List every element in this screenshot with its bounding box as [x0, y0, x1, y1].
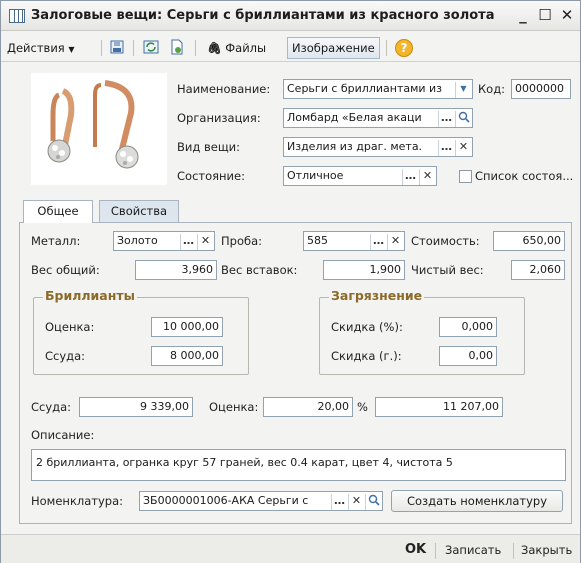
nomenclature-field-value: ЗБ0000001006-АКА Серьги с: [143, 494, 309, 507]
document-icon[interactable]: [169, 39, 185, 55]
toolbar: Действия ▼ 🖇 Файлы Изображение ?: [1, 34, 580, 62]
nomenclature-field[interactable]: ЗБ0000001006-АКА Серьги с … ✕: [139, 491, 383, 511]
item-photo[interactable]: [31, 73, 167, 185]
pct-sign: %: [357, 400, 368, 414]
close-button[interactable]: Закрыть: [521, 540, 572, 560]
total-loan-label: Ссуда:: [31, 400, 72, 414]
toolbar-separator: [195, 40, 196, 56]
diamonds-group-title: Бриллианты: [43, 288, 137, 303]
nomenclature-label: Номенклатура:: [31, 494, 124, 508]
pollution-group-title: Загрязнение: [329, 288, 425, 303]
discount-pct-label: Скидка (%):: [331, 320, 403, 334]
kind-label: Вид вещи:: [177, 140, 241, 154]
table-icon: [9, 9, 25, 23]
name-field[interactable]: Серьги с бриллиантами из ▼: [283, 79, 473, 99]
state-list-checkbox[interactable]: [459, 170, 472, 183]
metal-field-value: Золото: [117, 234, 158, 247]
org-field-value: Ломбард «Белая акаци: [287, 111, 422, 124]
kind-field[interactable]: Изделия из драг. мета. … ✕: [283, 137, 473, 157]
weight-net-field[interactable]: 2,060: [511, 260, 565, 280]
total-estimate-label: Оценка:: [209, 400, 259, 414]
state-list-label: Список состоя...: [475, 169, 574, 183]
clear-x-icon[interactable]: ✕: [455, 140, 471, 156]
name-label: Наименование:: [177, 82, 271, 96]
name-field-value: Серьги с бриллиантами из: [287, 82, 443, 95]
org-label: Организация:: [177, 111, 261, 125]
select-ellipsis-icon[interactable]: …: [438, 140, 454, 156]
select-ellipsis-icon[interactable]: …: [180, 234, 196, 250]
toolbar-separator: [386, 40, 387, 56]
tab-properties[interactable]: Свойства: [99, 200, 179, 222]
kind-field-value: Изделия из драг. мета.: [287, 140, 423, 153]
maximize-button[interactable]: ☐: [535, 5, 555, 25]
weight-total-label: Вес общий:: [31, 263, 100, 277]
toolbar-separator: [133, 40, 134, 56]
footer-separator: [435, 543, 436, 559]
total-estimate-field[interactable]: 11 207,00: [375, 397, 503, 417]
dialog-footer: OK Записать Закрыть: [1, 534, 580, 563]
state-field[interactable]: Отличное … ✕: [283, 166, 437, 186]
search-icon[interactable]: [365, 494, 381, 510]
cost-field[interactable]: 650,00: [493, 231, 565, 251]
files-button-label: Файлы: [225, 41, 267, 55]
org-field[interactable]: Ломбард «Белая акаци …: [283, 108, 473, 128]
search-icon[interactable]: [455, 111, 471, 127]
weight-inserts-field[interactable]: 1,900: [323, 260, 405, 280]
actions-menu-label: Действия: [7, 41, 65, 55]
description-field[interactable]: 2 бриллианта, огранка круг 57 граней, ве…: [31, 449, 566, 481]
select-ellipsis-icon[interactable]: …: [370, 234, 386, 250]
probe-field-value: 585: [307, 234, 328, 247]
metal-label: Металл:: [31, 234, 81, 248]
refresh-icon[interactable]: [143, 39, 159, 55]
estimate-pct-field[interactable]: 20,00: [263, 397, 353, 417]
metal-field[interactable]: Золото … ✕: [113, 231, 215, 251]
diamonds-estimate-label: Оценка:: [45, 320, 95, 334]
select-ellipsis-icon[interactable]: …: [331, 494, 347, 510]
tab-general[interactable]: Общее: [23, 200, 93, 223]
title-bar[interactable]: Залоговые вещи: Серьги с бриллиантами из…: [1, 1, 580, 31]
code-label: Код:: [478, 82, 506, 96]
minimize-button[interactable]: _: [513, 5, 533, 25]
save-move-icon[interactable]: [109, 39, 125, 55]
ok-button[interactable]: OK: [405, 540, 426, 560]
total-loan-field[interactable]: 9 339,00: [79, 397, 193, 417]
diamonds-loan-field[interactable]: 8 000,00: [151, 346, 223, 366]
image-button[interactable]: Изображение: [287, 37, 380, 59]
window-title: Залоговые вещи: Серьги с бриллиантами из…: [31, 8, 495, 23]
description-label: Описание:: [31, 428, 95, 442]
chevron-down-icon[interactable]: ▼: [455, 82, 471, 98]
files-button[interactable]: 🖇 Файлы: [207, 37, 266, 59]
paperclip-icon: 🖇: [207, 41, 222, 55]
diamonds-loan-label: Ссуда:: [45, 349, 86, 363]
probe-label: Проба:: [221, 234, 262, 248]
clear-x-icon[interactable]: ✕: [348, 494, 364, 510]
discount-pct-field[interactable]: 0,000: [439, 317, 497, 337]
weight-inserts-label: Вес вставок:: [221, 263, 298, 277]
select-ellipsis-icon[interactable]: …: [402, 169, 418, 185]
code-field[interactable]: 0000000: [511, 79, 571, 99]
discount-g-field[interactable]: 0,00: [439, 346, 497, 366]
weight-total-field[interactable]: 3,960: [135, 260, 217, 280]
footer-separator: [513, 543, 514, 559]
weight-net-label: Чистый вес:: [411, 263, 484, 277]
dialog-window: Залоговые вещи: Серьги с бриллиантами из…: [0, 0, 581, 563]
discount-g-label: Скидка (г.):: [331, 349, 402, 363]
probe-field[interactable]: 585 … ✕: [303, 231, 405, 251]
state-label: Состояние:: [177, 169, 245, 183]
close-window-button[interactable]: ✕: [557, 5, 577, 25]
toolbar-separator: [101, 40, 102, 56]
cost-label: Стоимость:: [411, 234, 480, 248]
create-nomenclature-button[interactable]: Создать номенклатуру: [391, 490, 563, 512]
save-button[interactable]: Записать: [445, 540, 501, 560]
actions-menu[interactable]: Действия ▼: [7, 37, 75, 59]
clear-x-icon[interactable]: ✕: [197, 234, 213, 250]
clear-x-icon[interactable]: ✕: [387, 234, 403, 250]
select-ellipsis-icon[interactable]: …: [438, 111, 454, 127]
help-icon[interactable]: ?: [395, 39, 413, 57]
dropdown-arrow-icon: ▼: [68, 45, 75, 54]
diamonds-estimate-field[interactable]: 10 000,00: [151, 317, 223, 337]
clear-x-icon[interactable]: ✕: [419, 169, 435, 185]
state-field-value: Отличное: [287, 169, 344, 182]
